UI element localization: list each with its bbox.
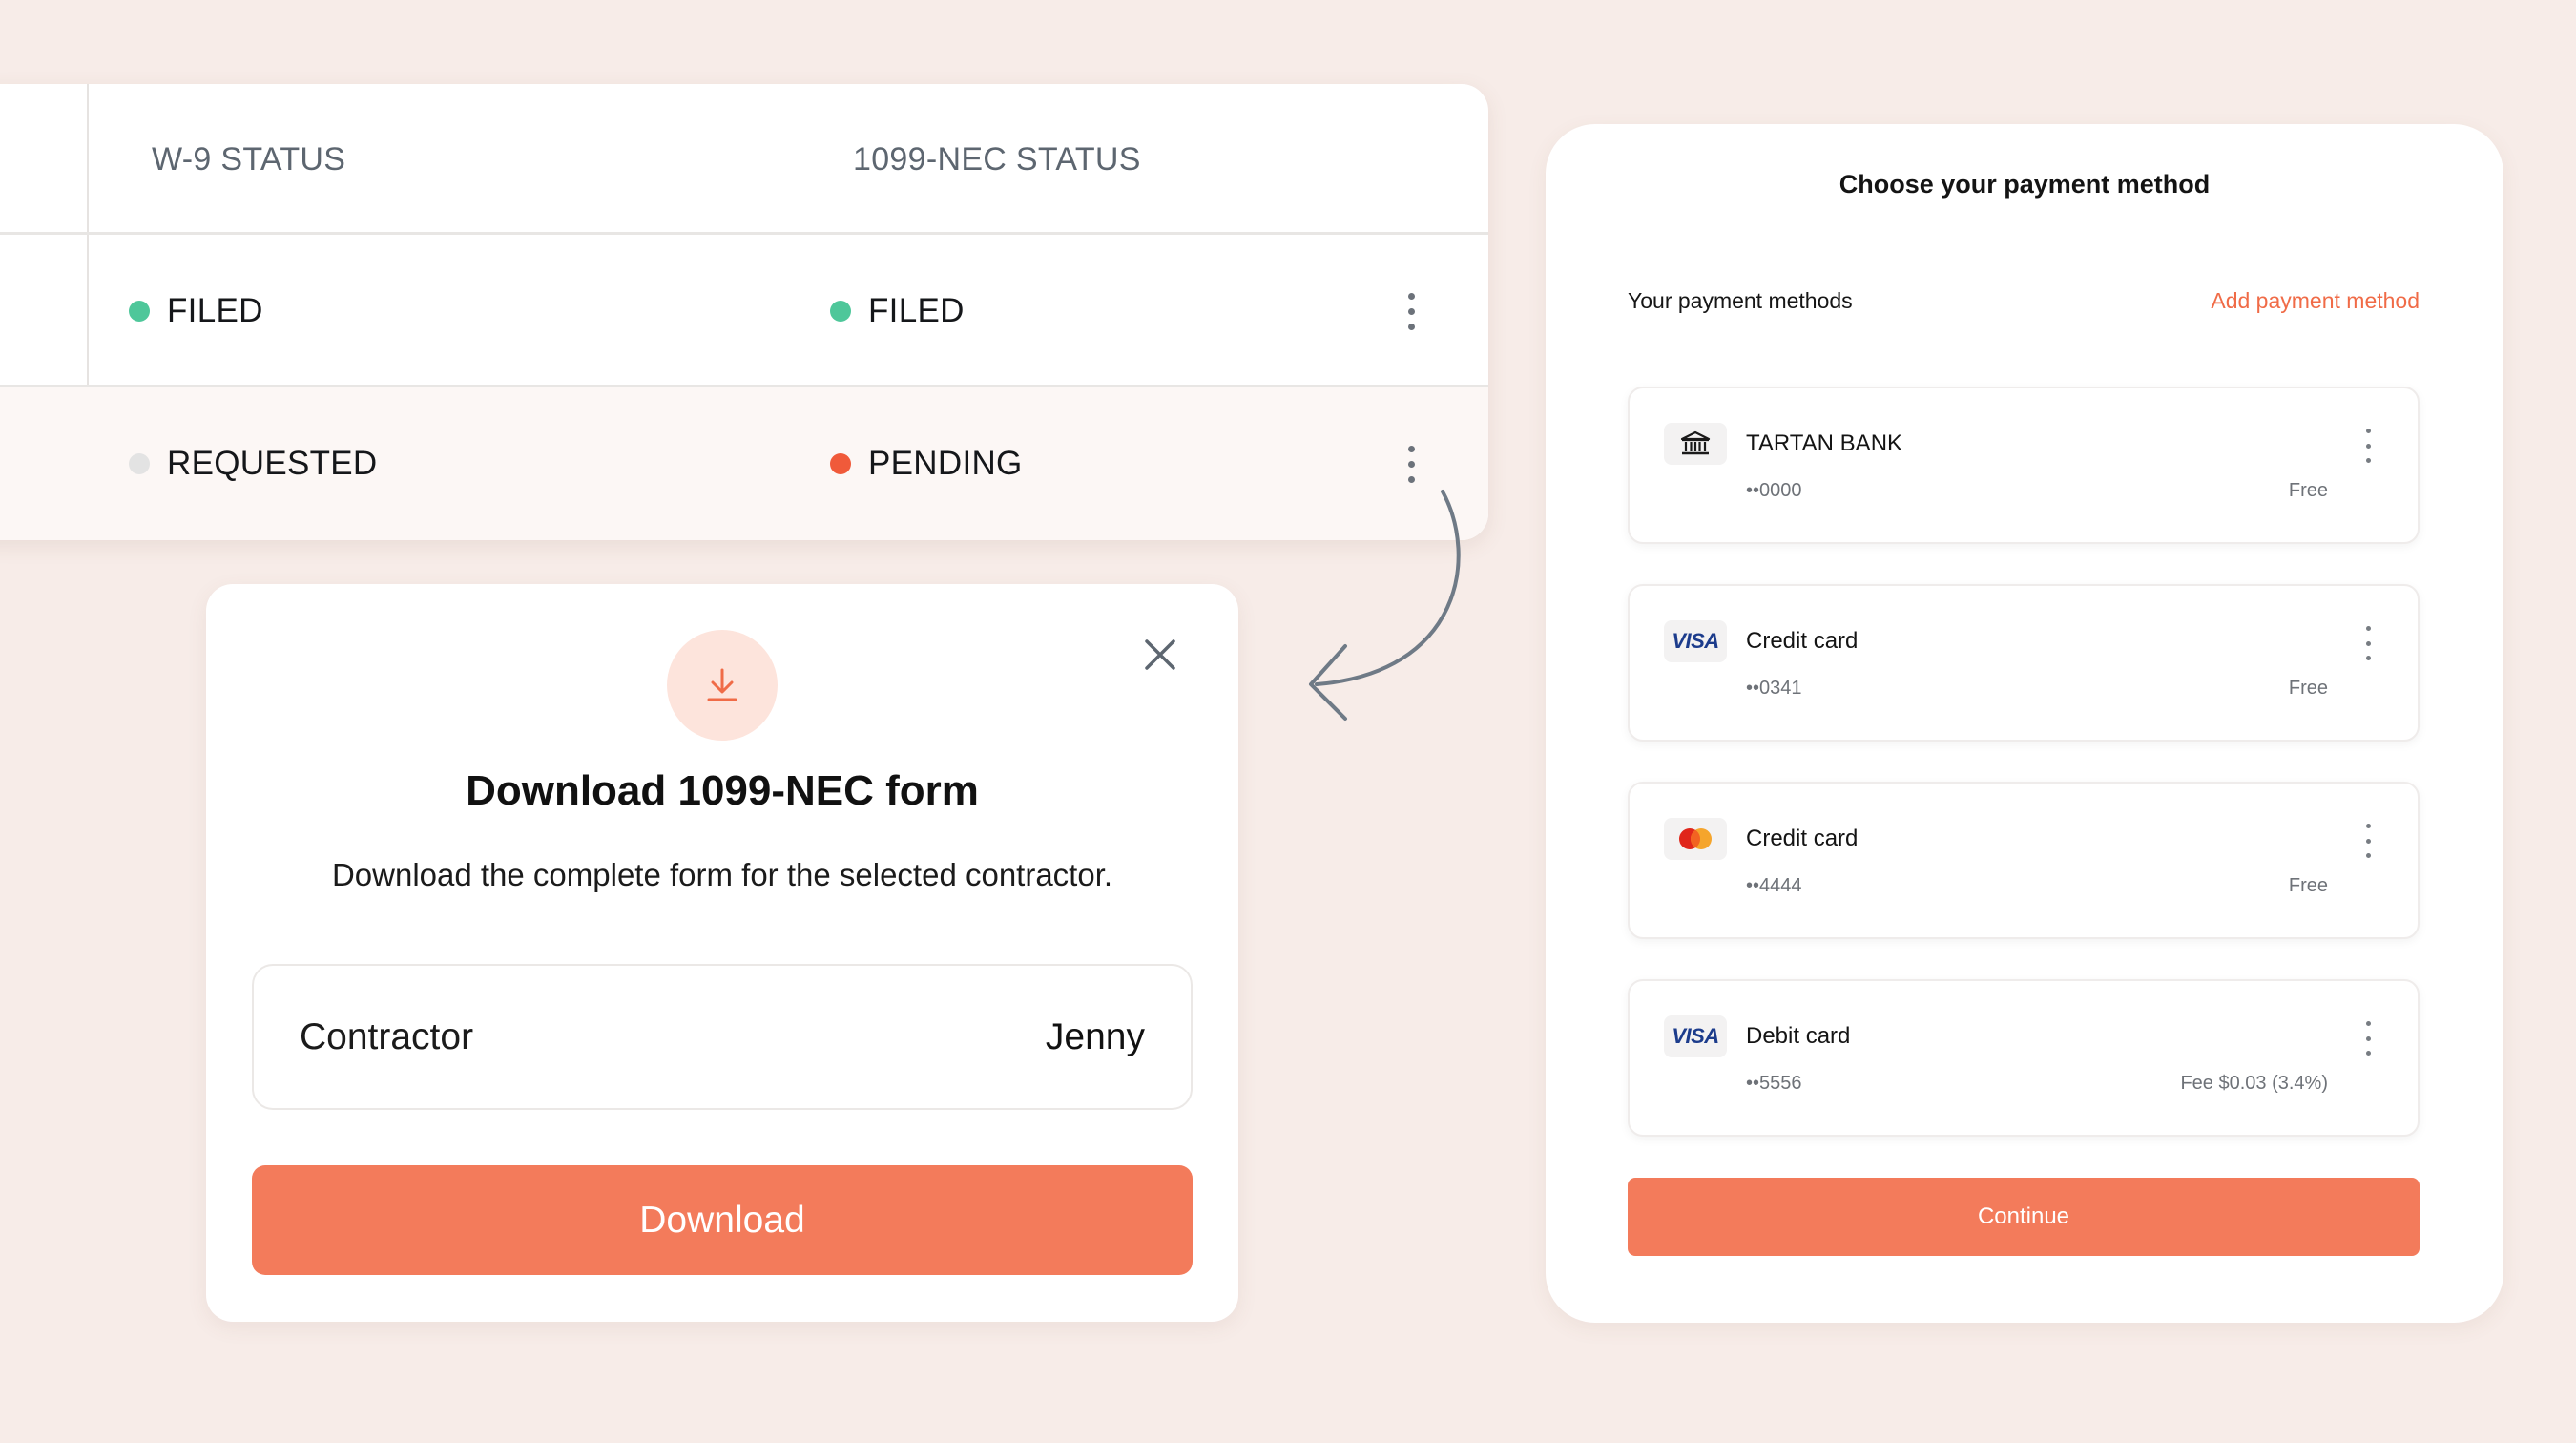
payment-method-name: Credit card [1746, 826, 1859, 851]
payment-method-panel: Choose your payment method Your payment … [1546, 124, 2503, 1323]
status-dot-filed [129, 301, 150, 322]
contractor-field-value: Jenny [1045, 1015, 1145, 1057]
mastercard-logo [1664, 818, 1727, 860]
payment-method-card[interactable]: TARTAN BANK ••0000 Free [1628, 387, 2420, 544]
w9-status-label: FILED [167, 292, 263, 329]
payment-method-card[interactable]: VISA Credit card ••0341 Free [1628, 584, 2420, 742]
kebab-menu-icon[interactable] [2358, 626, 2378, 660]
visa-logo-text: VISA [1672, 1024, 1719, 1048]
kebab-menu-icon[interactable] [2358, 429, 2378, 463]
nec-status-label: PENDING [868, 445, 1023, 482]
nec-status-cell: PENDING [830, 387, 1023, 540]
kebab-menu-icon[interactable] [2358, 824, 2378, 858]
download-icon [667, 630, 778, 741]
close-icon[interactable] [1141, 636, 1179, 674]
status-dot-filed [830, 301, 851, 322]
contractor-field-label: Contractor [300, 1015, 474, 1057]
payment-method-fee: Free [2288, 678, 2328, 699]
kebab-menu-icon[interactable] [1392, 235, 1430, 387]
modal-subtitle: Download the complete form for the selec… [331, 857, 1113, 892]
payment-method-name: Debit card [1746, 1023, 1851, 1049]
payment-method-number: ••4444 [1746, 875, 1802, 896]
table-row[interactable]: FILED FILED [0, 235, 1488, 387]
nec-status-label: FILED [868, 292, 965, 329]
payment-method-name: Credit card [1746, 628, 1859, 654]
nec-status-cell: FILED [830, 235, 965, 387]
add-payment-method-link[interactable]: Add payment method [2211, 288, 2420, 314]
w9-status-cell: REQUESTED [129, 387, 378, 540]
contractor-status-table: W-9 STATUS 1099-NEC STATUS FILED FILED R… [0, 84, 1488, 540]
download-button[interactable]: Download [252, 1165, 1193, 1275]
w9-status-cell: FILED [129, 235, 263, 387]
payment-method-card[interactable]: VISA Debit card ••5556 Fee $0.03 (3.4%) [1628, 979, 2420, 1137]
status-dot-requested [129, 453, 150, 474]
visa-logo: VISA [1664, 620, 1727, 662]
payment-method-number: ••5556 [1746, 1073, 1802, 1094]
table-row[interactable]: REQUESTED PENDING [0, 387, 1488, 540]
curved-arrow-icon [1309, 490, 1461, 721]
payment-method-number: ••0000 [1746, 480, 1802, 501]
continue-button[interactable]: Continue [1628, 1178, 2420, 1256]
w9-status-label: REQUESTED [167, 445, 378, 482]
kebab-menu-icon[interactable] [2358, 1021, 2378, 1056]
visa-logo-text: VISA [1672, 629, 1719, 653]
payment-method-number: ••0341 [1746, 678, 1802, 699]
payment-method-fee: Free [2288, 480, 2328, 501]
download-form-modal: Download 1099-NEC form Download the comp… [206, 584, 1238, 1322]
payment-method-name: TARTAN BANK [1746, 430, 1903, 456]
payment-panel-title: Choose your payment method [1839, 170, 2211, 199]
bank-icon [1664, 423, 1727, 465]
table-header-row: W-9 STATUS 1099-NEC STATUS [0, 84, 1488, 235]
contractor-field[interactable]: Contractor Jenny [252, 964, 1193, 1110]
column-header-w9-status: W-9 STATUS [152, 141, 346, 178]
payment-method-card[interactable]: Credit card ••4444 Free [1628, 782, 2420, 939]
column-header-1099-nec-status: 1099-NEC STATUS [853, 141, 1141, 178]
modal-title: Download 1099-NEC form [466, 767, 979, 814]
visa-logo: VISA [1664, 1015, 1727, 1057]
status-dot-pending [830, 453, 851, 474]
payment-method-fee: Fee $0.03 (3.4%) [2180, 1073, 2328, 1094]
payment-method-fee: Free [2288, 875, 2328, 896]
payment-methods-label: Your payment methods [1628, 288, 1853, 313]
